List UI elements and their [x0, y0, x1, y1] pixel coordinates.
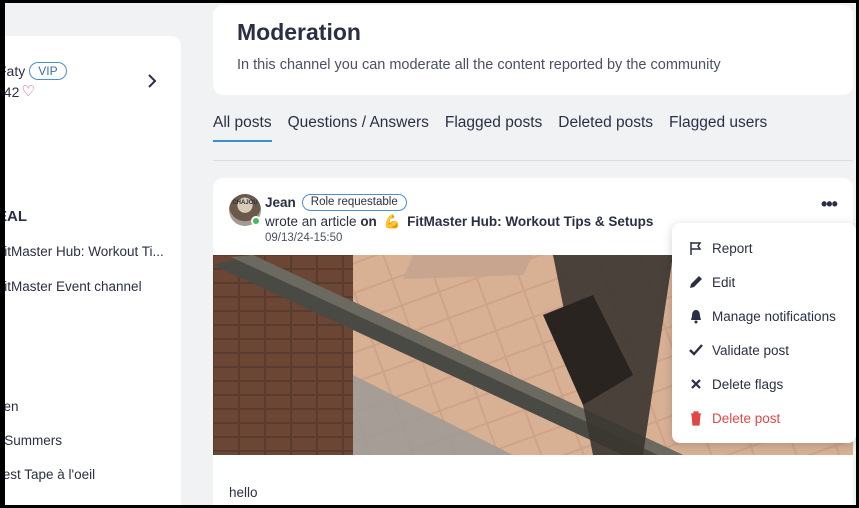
post-options-menu: Report Edit Manage notifications Validat… — [672, 223, 856, 443]
menu-item-label: Report — [712, 240, 753, 256]
menu-item-report[interactable]: Report — [688, 238, 753, 258]
header-card: Moderation In this channel you can moder… — [213, 5, 853, 95]
profile-name: Faty — [0, 63, 26, 79]
flag-icon — [690, 242, 702, 255]
trash-icon — [691, 411, 701, 426]
sidebar-item-channel-3[interactable]: tten — [0, 399, 19, 414]
action-on: on — [360, 214, 377, 229]
role-badge: Role requestable — [301, 194, 407, 211]
heart-icon: ♡ — [21, 83, 35, 100]
menu-item-label: Edit — [712, 274, 736, 290]
section-title: EAL — [0, 208, 27, 225]
page-subtitle: In this channel you can moderate all the… — [237, 57, 721, 73]
tab-questions-answers[interactable]: Questions / Answers — [288, 114, 429, 142]
menu-item-delete-post[interactable]: Delete post — [688, 408, 780, 428]
profile-name-row[interactable]: Faty VIP — [0, 62, 67, 80]
post-date: 09/13/24-15:50 — [265, 232, 343, 244]
page-title: Moderation — [237, 19, 361, 45]
menu-item-delete-flags[interactable]: Delete flags — [688, 374, 783, 394]
post-body: hello — [229, 485, 258, 500]
muscle-icon: 💪 — [383, 214, 401, 229]
author-name[interactable]: Jean — [265, 195, 296, 210]
menu-item-label: Delete post — [712, 410, 781, 426]
pencil-icon — [690, 276, 702, 288]
menu-item-validate-post[interactable]: Validate post — [688, 340, 789, 360]
author-row: Jean Role requestable — [265, 194, 407, 211]
tab-deleted-posts[interactable]: Deleted posts — [558, 114, 653, 142]
menu-item-manage-notifications[interactable]: Manage notifications — [688, 306, 836, 326]
check-icon — [689, 344, 703, 356]
menu-item-label: Validate post — [712, 342, 790, 358]
profile-score: 942 — [0, 84, 20, 100]
online-status-dot — [251, 216, 261, 226]
action-text: wrote an article — [265, 214, 357, 229]
menu-item-label: Manage notifications — [712, 308, 836, 324]
tab-all-posts[interactable]: All posts — [213, 114, 272, 142]
more-options-icon[interactable]: ••• — [821, 195, 838, 213]
tab-flagged-posts[interactable]: Flagged posts — [445, 114, 542, 142]
sidebar-item-channel-4[interactable]: r Summers — [0, 433, 62, 448]
sidebar-item-channel-5[interactable]: Test Tape à l'oeil — [0, 467, 95, 482]
sidebar-item-channel-2[interactable]: FitMaster Event channel — [0, 279, 142, 294]
menu-item-label: Delete flags — [712, 376, 784, 392]
tabs-divider — [213, 160, 853, 161]
tab-flagged-users[interactable]: Flagged users — [669, 114, 767, 142]
post-action-line: wrote an article on 💪 FitMaster Hub: Wor… — [265, 214, 653, 230]
menu-item-edit[interactable]: Edit — [688, 272, 735, 292]
avatar-text: CHAJOU — [232, 200, 258, 206]
x-icon — [691, 379, 701, 389]
profile-score-row: 942 ♡ — [0, 84, 35, 100]
sidebar-item-channel-1[interactable]: FitMaster Hub: Workout Ti... — [0, 244, 164, 259]
channel-link[interactable]: FitMaster Hub: Workout Tips & Setups — [407, 214, 653, 229]
bell-icon — [691, 310, 701, 324]
vip-badge: VIP — [29, 62, 67, 80]
sidebar: Faty VIP 942 ♡ EAL FitMaster Hub: Workou… — [0, 36, 181, 508]
tab-bar: All posts Questions / Answers Flagged po… — [213, 114, 767, 142]
chevron-right-icon[interactable] — [145, 74, 159, 88]
